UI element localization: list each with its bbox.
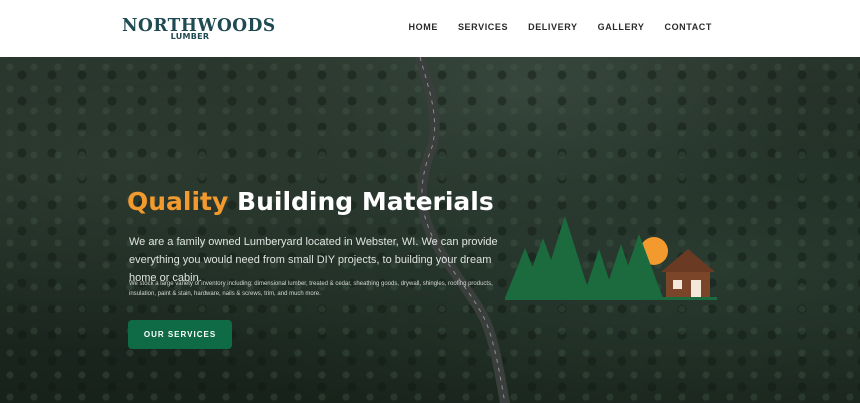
nav-services[interactable]: SERVICES (458, 22, 508, 32)
nav-home[interactable]: HOME (409, 22, 438, 32)
nav-gallery[interactable]: GALLERY (598, 22, 645, 32)
nav-delivery[interactable]: DELIVERY (528, 22, 577, 32)
trees-cabin-sun-icon (505, 216, 717, 300)
logo-subtitle: LUMBER (170, 32, 210, 41)
hero-section: Quality Building Materials We are a fami… (0, 57, 860, 403)
site-header: NORTHWOODS LUMBER HOME SERVICES DELIVERY… (0, 0, 860, 57)
northwoods-lumber-logo[interactable]: NORTHWOODS LUMBER (120, 16, 275, 46)
hero-title-rest: Building Materials (228, 187, 494, 216)
road-image (415, 57, 510, 403)
main-nav: HOME SERVICES DELIVERY GALLERY CONTACT (409, 22, 712, 32)
hero-inventory-text: We stock a large variety of inventory in… (129, 281, 493, 297)
hero-title-accent: Quality (127, 187, 229, 216)
our-services-button[interactable]: OUR SERVICES (128, 320, 232, 349)
hero-title: Quality Building Materials (127, 187, 494, 216)
nav-contact[interactable]: CONTACT (664, 22, 712, 32)
